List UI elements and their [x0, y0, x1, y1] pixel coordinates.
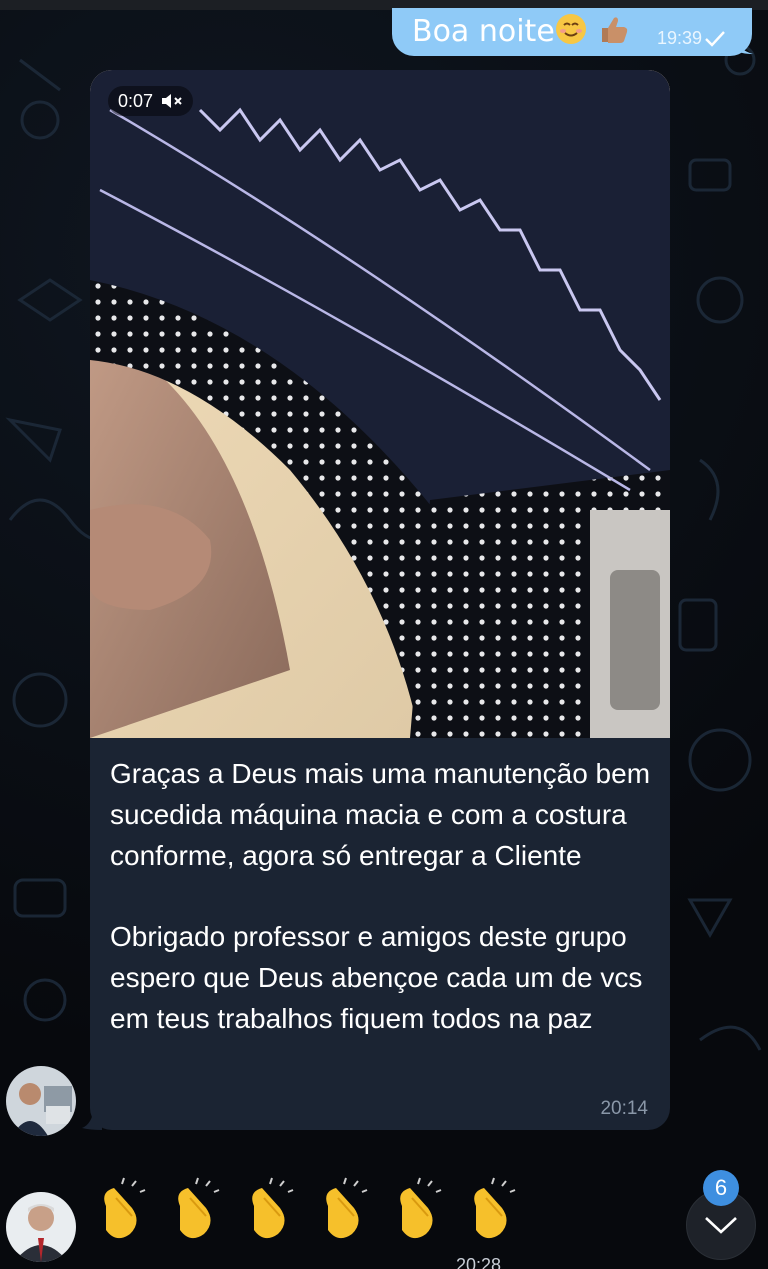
sender-avatar[interactable] — [6, 1066, 76, 1136]
clapping-hands-icon — [400, 1177, 442, 1239]
speaker-muted-icon[interactable] — [161, 92, 183, 110]
outgoing-message-bubble[interactable]: Boa noite 19:39 — [392, 8, 752, 56]
clapping-hands-icon — [252, 1177, 294, 1239]
outgoing-message-time: 19:39 — [656, 28, 702, 48]
outgoing-bubble-tail — [735, 40, 753, 54]
clapping-hands-icon — [326, 1177, 368, 1239]
unread-count-badge: 6 — [703, 1170, 739, 1206]
video-duration: 0:07 — [118, 90, 154, 111]
clapping-hands-icon — [474, 1177, 516, 1239]
clapping-emoji-message[interactable] — [92, 1176, 524, 1246]
outgoing-message-text: Boa noite — [412, 14, 555, 49]
incoming-message-text: Graças a Deus mais uma manutenção bem su… — [110, 758, 651, 1034]
clapping-hands-icon — [178, 1177, 220, 1239]
clapping-message-time: 20:28 — [456, 1255, 502, 1269]
second-sender-avatar[interactable] — [6, 1192, 76, 1262]
thumbs-up-icon — [602, 17, 628, 43]
smiling-face-icon — [556, 14, 586, 44]
video-duration-badge: 0:07 — [108, 86, 194, 116]
incoming-message-time: 20:14 — [600, 1098, 648, 1119]
incoming-bubble-tail — [82, 1108, 102, 1130]
incoming-message-bubble[interactable]: 0:07 Graças a Deus mais uma manutenção b… — [90, 70, 670, 1130]
chevron-down-icon — [705, 1217, 737, 1234]
sent-check-icon — [705, 30, 725, 47]
clapping-hands-icon — [104, 1177, 146, 1239]
video-player[interactable] — [90, 70, 670, 738]
